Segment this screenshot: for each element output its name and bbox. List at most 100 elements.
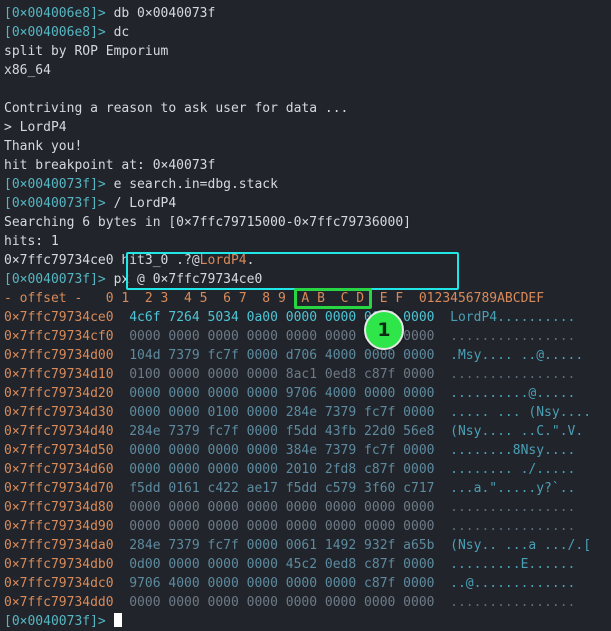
hexdump-offset: 0×7ffc79734d50 (4, 443, 114, 458)
terminal-line: [0×004006e8]> dc (4, 23, 611, 42)
command-text: dc (105, 25, 130, 40)
hexdump-gap (434, 595, 450, 610)
hexdump-gap (434, 310, 450, 325)
hexdump-ascii: .Msy.... ..@..... (450, 348, 584, 363)
hexdump-offset: 0×7ffc79734da0 (4, 538, 114, 553)
hexdump-ascii: (Nsy.. ...a .../.[ (450, 538, 592, 553)
hexdump-offset: 0×7ffc79734d20 (4, 386, 114, 401)
hexdump-row: 0×7ffc79734cf0 0000 0000 0000 0000 0000 … (4, 327, 611, 346)
hexdump-columns-header: 0 1 2 3 4 5 6 7 8 9 A B C D E F (105, 291, 404, 306)
hexdump-ascii: ..........@..... (450, 386, 576, 401)
hexdump-gap (114, 462, 130, 477)
hexdump-bytes: 0000 0000 0100 0000 284e 7379 fc7f 0000 (129, 405, 435, 420)
terminal-line: [0×0040073f]> e search.in=dbg.stack (4, 175, 611, 194)
hexdump-ascii: ........8Nsy.... (450, 443, 576, 458)
hexdump-header-row: - offset - 0 1 2 3 4 5 6 7 8 9 A B C D E… (4, 289, 611, 308)
hexdump-ascii: ..@............. (450, 576, 576, 591)
hexdump-gap (434, 500, 450, 515)
hexdump-gap (434, 557, 450, 572)
terminal-line: hit breakpoint at: 0×40073f (4, 156, 611, 175)
hexdump-offset: 0×7ffc79734d00 (4, 348, 114, 363)
hexdump-ascii: ................ (450, 519, 576, 534)
hexdump-bytes: 0000 0000 0000 0000 9706 4000 0000 0000 (129, 386, 435, 401)
hexdump-bytes: 0000 0000 0000 0000 0000 0000 0000 0000 (129, 595, 435, 610)
hexdump-column-header (82, 291, 105, 306)
hexdump-bytes: 104d 7379 fc7f 0000 d706 4000 0000 0000 (129, 348, 435, 363)
hexdump-gap (114, 310, 130, 325)
terminal-window[interactable]: [0×004006e8]> db 0×0040073f [0×004006e8]… (0, 0, 611, 629)
output-text: x86_64 (4, 63, 51, 78)
hexdump-bytes: 0000 0000 0000 0000 0000 0000 0000 0000 (129, 500, 435, 515)
hexdump-row: 0×7ffc79734d70 f5dd 0161 c422 ae17 f5dd … (4, 479, 611, 498)
hexdump-row: 0×7ffc79734d50 0000 0000 0000 0000 384e … (4, 441, 611, 460)
hexdump-row: 0×7ffc79734d30 0000 0000 0100 0000 284e … (4, 403, 611, 422)
hexdump-offset: 0×7ffc79734d10 (4, 367, 114, 382)
hexdump-gap (434, 367, 450, 382)
terminal-line: [0×0040073f]> px @ 0×7ffc79734ce0 (4, 270, 611, 289)
shell-prompt: [0×0040073f]> (4, 614, 106, 629)
hit-match-string: LordP4 (199, 253, 247, 268)
hexdump-gap (434, 576, 450, 591)
text-cursor[interactable] (113, 613, 122, 627)
terminal-scrollback: [0×004006e8]> db 0×0040073f [0×004006e8]… (0, 0, 611, 631)
hexdump-bytes: 0000 0000 0000 0000 0000 0000 0000 0000 (129, 519, 435, 534)
hexdump-bytes: f5dd 0161 c422 ae17 f5dd c579 3f60 c717 (129, 481, 435, 496)
hexdump-row: 0×7ffc79734d40 284e 7379 fc7f 0000 f5dd … (4, 422, 611, 441)
hexdump-ascii-header: 0123456789ABCDEF (418, 291, 545, 306)
hexdump-ascii: ................ (450, 329, 576, 344)
hexdump-gap (114, 367, 130, 382)
terminal-line: 0×7ffc79734ce0 hit3_0 .?@LordP4. (4, 251, 611, 270)
hexdump-bytes: 0100 0000 0000 0000 8ac1 0ed8 c87f 0000 (129, 367, 435, 382)
terminal-line: split by ROP Emporium (4, 42, 611, 61)
hexdump-gap (114, 386, 130, 401)
hexdump-offset: 0×7ffc79734d60 (4, 462, 114, 477)
hexdump-gap (114, 348, 130, 363)
terminal-input-line[interactable]: [0×0040073f]> (4, 612, 611, 631)
hexdump-gap (434, 443, 450, 458)
hexdump-offset: 0×7ffc79734d70 (4, 481, 114, 496)
hits-count: hits: 1 (4, 234, 59, 249)
hexdump-offset: 0×7ffc79734d90 (4, 519, 114, 534)
hexdump-ascii: ................ (450, 500, 576, 515)
hexdump-offset-header: - offset - (4, 291, 83, 306)
terminal-line: x86_64 (4, 61, 611, 80)
hexdump-ascii: LordP4.......... (450, 310, 576, 325)
hexdump-gap (114, 595, 130, 610)
hexdump-offset: 0×7ffc79734d40 (4, 424, 114, 439)
hexdump-row: 0×7ffc79734d90 0000 0000 0000 0000 0000 … (4, 517, 611, 536)
hexdump-gap (114, 538, 130, 553)
hexdump-offset: 0×7ffc79734cf0 (4, 329, 114, 344)
output-text: split by ROP Emporium (4, 44, 169, 59)
prompt-gap (106, 614, 114, 629)
output-text: Contriving a reason to ask user for data… (4, 101, 349, 116)
breakpoint-message: hit breakpoint at: 0×40073f (4, 158, 216, 173)
hexdump-gap (114, 405, 130, 420)
hexdump-row: 0×7ffc79734db0 0d00 0000 0000 0000 45c2 … (4, 555, 611, 574)
hexdump-gap (434, 405, 450, 420)
shell-prompt: [0×0040073f]> (4, 272, 106, 287)
hexdump-gap (434, 481, 450, 496)
hexdump-gap (114, 519, 130, 534)
terminal-line: [0×0040073f]> / LordP4 (4, 194, 611, 213)
output-text: Thank you! (4, 139, 83, 154)
hexdump-ascii: ................ (450, 595, 576, 610)
search-range-message: Searching 6 bytes in [0×7ffc79715000-0×7… (4, 215, 411, 230)
hexdump-header-gap (403, 291, 419, 306)
hexdump-offset: 0×7ffc79734dd0 (4, 595, 114, 610)
hexdump-row: 0×7ffc79734dc0 9706 4000 0000 0000 0000 … (4, 574, 611, 593)
hexdump-gap (114, 329, 130, 344)
hexdump-bytes: 0000 0000 0000 0000 384e 7379 fc7f 0000 (129, 443, 435, 458)
hexdump-offset: 0×7ffc79734dc0 (4, 576, 114, 591)
hexdump-row: 0×7ffc79734d00 104d 7379 fc7f 0000 d706 … (4, 346, 611, 365)
hexdump-gap (434, 386, 450, 401)
hexdump-row: 0×7ffc79734ce0 4c6f 7264 5034 0a00 0000 … (4, 308, 611, 327)
hexdump-ascii: ..... ... (Nsy.... (450, 405, 592, 420)
hexdump-ascii: (Nsy.... ..C.".V. (450, 424, 584, 439)
hexdump-row: 0×7ffc79734da0 284e 7379 fc7f 0000 0061 … (4, 536, 611, 555)
hexdump-gap (434, 462, 450, 477)
user-input-echo: > LordP4 (4, 120, 67, 135)
hexdump-offset: 0×7ffc79734db0 (4, 557, 114, 572)
shell-prompt: [0×0040073f]> (4, 177, 106, 192)
hexdump-row: 0×7ffc79734d60 0000 0000 0000 0000 2010 … (4, 460, 611, 479)
